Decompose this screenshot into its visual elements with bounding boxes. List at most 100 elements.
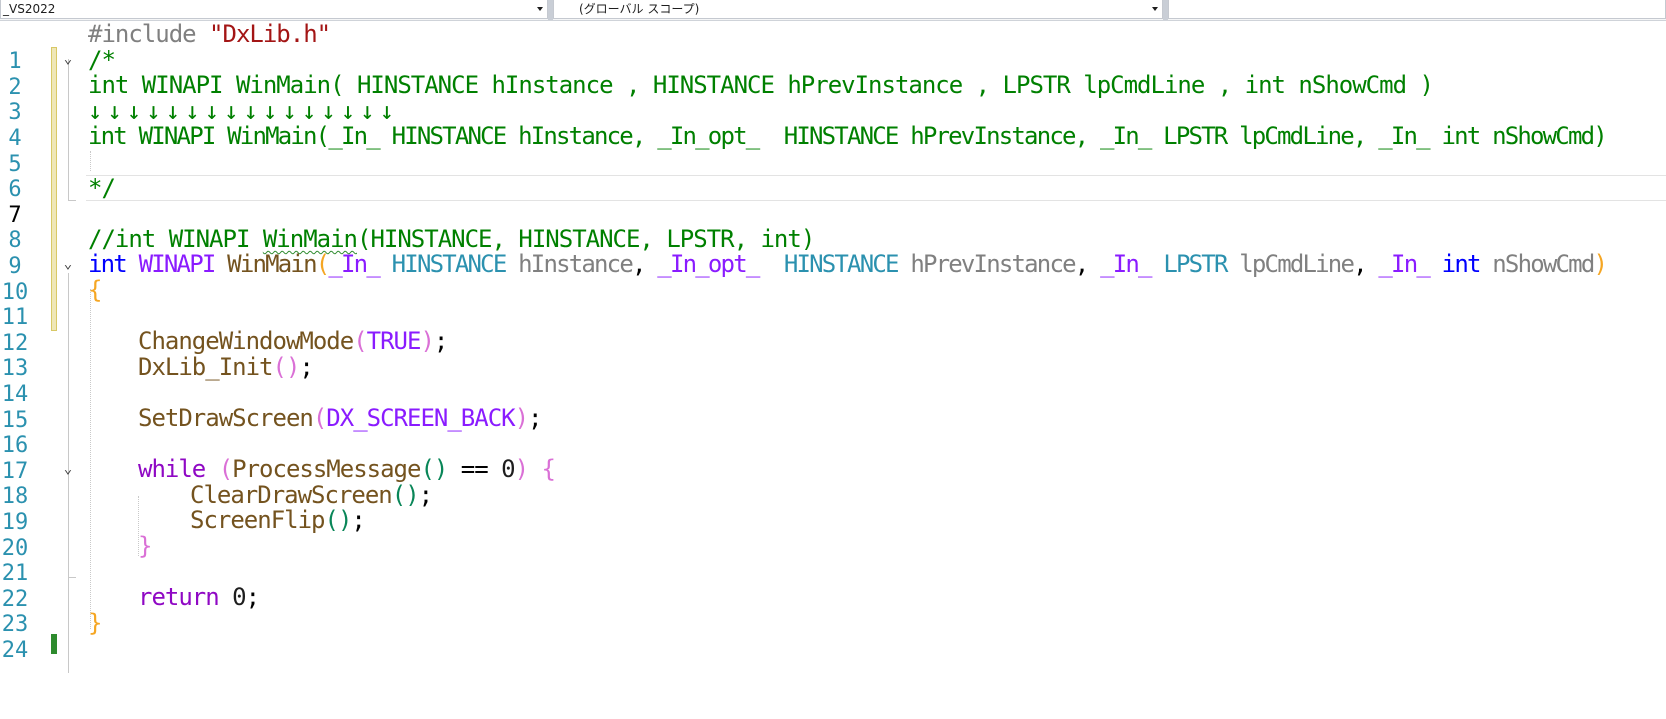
function-call: ClearDrawScreen (190, 480, 393, 509)
comment-text-squiggle: WinMain (262, 224, 358, 253)
project-dropdown[interactable]: _VS2022 (0, 0, 548, 19)
paren-open: ( (312, 404, 327, 432)
code-line: 5 int WINAPI WinMain(_In_ HINSTANCE hIns… (0, 122, 1666, 177)
parameter-name: hInstance (518, 250, 634, 279)
code-line: 1 #include "DxLib.h" (0, 20, 1666, 74)
semicolon: ; (351, 506, 365, 535)
code-line: 21 } (0, 532, 1666, 586)
function-call: ChangeWindowMode (138, 327, 354, 356)
comment-text: //int WINAPI (88, 224, 263, 253)
function-call: ProcessMessage (232, 455, 421, 484)
semicolon: ; (433, 327, 448, 356)
include-path-string: "DxLib.h" (209, 20, 331, 48)
sal-annotation: _In_ (1100, 250, 1152, 279)
keyword-int: int (1441, 250, 1482, 279)
sal-annotation: _In_opt_ (657, 250, 760, 279)
code-editor[interactable]: ⌄ ⌄ ⌄ 1 #include "DxLib.h" 2 /* 3 int WI… (0, 20, 1666, 673)
semicolon: ; (418, 480, 433, 509)
keyword-while: while (138, 455, 206, 484)
number-literal: 0 (501, 455, 515, 484)
code-line: 14 DxLib_Init(); (0, 352, 1666, 407)
function-call: DxLib_Init (138, 352, 273, 381)
number-literal: 0 (232, 583, 246, 612)
scope-dropdown-label: (グローバル スコープ) (579, 2, 700, 16)
parameter-name: hPrevInstance (910, 250, 1076, 279)
type-lpstr: LPSTR (1163, 250, 1228, 279)
paren-close: ) (337, 506, 352, 535)
paren-close: ) (514, 455, 529, 484)
comment-text: ↓↓↓↓↓↓↓↓↓↓↓↓↓↓↓↓ (88, 96, 400, 125)
brace-open: { (541, 455, 556, 484)
function-winmain: WinMain (227, 250, 317, 279)
code-line: 8 (0, 200, 1666, 253)
line-number: 24 (1, 638, 29, 664)
paren-open: ( (324, 506, 339, 535)
operator: == (447, 455, 502, 484)
code-line: 10 int WINAPI WinMain(_In_ HINSTANCE hIn… (0, 250, 1666, 305)
code-line: 15 (0, 379, 1666, 433)
paren-close: ) (420, 327, 434, 356)
code-line: 9 //int WINAPI WinMain(HINSTANCE, HINSTA… (0, 224, 1666, 279)
parameter-name: nShowCmd (1492, 250, 1595, 279)
code-line: 2 /* (0, 45, 1666, 100)
code-line: 13 ChangeWindowMode(TRUE); (0, 327, 1666, 382)
brace-close: } (138, 532, 152, 560)
paren-open: ( (272, 352, 287, 381)
chevron-down-icon (1152, 7, 1158, 11)
paren-close: ) (514, 404, 529, 432)
code-line: 3 int WINAPI WinMain( HINSTANCE hInstanc… (0, 71, 1666, 125)
code-line: 22 (0, 559, 1666, 612)
navigation-bar: _VS2022 (グローバル スコープ) (0, 0, 1666, 21)
punctuation: , (631, 250, 646, 279)
brace-open: { (88, 276, 102, 304)
code-line: 12 (0, 303, 1666, 356)
sal-annotation: _In_ (328, 250, 380, 279)
comment-text: */ (88, 173, 116, 202)
keyword-int: int (88, 250, 128, 279)
sal-annotation: _In_ (1378, 250, 1430, 279)
code-line: 4 ↓↓↓↓↓↓↓↓↓↓↓↓↓↓↓↓ (0, 96, 1666, 151)
paren-close: ) (285, 352, 300, 381)
project-dropdown-label: _VS2022 (3, 2, 56, 16)
comment-text: (HINSTANCE, HINSTANCE, LPSTR, int) (357, 224, 815, 253)
macro-argument: TRUE (366, 327, 422, 356)
paren-open: ( (391, 480, 406, 509)
paren-open: ( (420, 455, 434, 484)
paren-close: ) (433, 455, 448, 484)
function-call: ScreenFlip (190, 506, 325, 535)
code-line: 24 } (0, 608, 1666, 663)
parameter-name: lpCmdLine (1239, 250, 1355, 279)
code-line: 11 { (0, 276, 1666, 330)
code-line: 17 (0, 431, 1666, 484)
code-line: 23 return 0; (0, 583, 1666, 638)
code-line: 20 ScreenFlip(); (0, 506, 1666, 561)
type-hinstance: HINSTANCE (783, 250, 900, 279)
scope-dropdown[interactable]: (グローバル スコープ) (553, 0, 1163, 19)
comment-text: /* (88, 45, 116, 74)
brace-close: } (88, 608, 102, 637)
paren-open: ( (353, 327, 367, 356)
code-line: 19 ClearDrawScreen(); (0, 480, 1666, 535)
macro-winapi: WINAPI (138, 250, 217, 279)
paren-open: ( (218, 455, 233, 484)
function-call: SetDrawScreen (138, 404, 314, 432)
semicolon: ; (528, 404, 542, 432)
type-hinstance: HINSTANCE (391, 250, 508, 279)
macro-argument: DX_SCREEN_BACK (326, 404, 515, 432)
comment-text: int WINAPI WinMain( HINSTANCE hInstance … (88, 71, 1434, 100)
paren-close: ) (1593, 250, 1607, 279)
code-line: 18 while (ProcessMessage() == 0) { (0, 455, 1666, 510)
member-dropdown[interactable] (1168, 0, 1666, 19)
code-line: 7 */ (0, 173, 1666, 228)
keyword-return: return (138, 583, 220, 612)
punctuation: , (1074, 250, 1089, 279)
paren-close: ) (405, 480, 419, 509)
semicolon: ; (245, 583, 260, 612)
code-line: 6 (0, 149, 1666, 202)
preprocessor-directive: #include (88, 20, 210, 48)
code-line: 16 SetDrawScreen(DX_SCREEN_BACK); (0, 404, 1666, 458)
punctuation: , (1353, 250, 1367, 279)
comment-text: int WINAPI WinMain(_In_ HINSTANCE hInsta… (88, 122, 1608, 151)
chevron-down-icon (537, 7, 543, 11)
paren-open: ( (315, 250, 330, 279)
